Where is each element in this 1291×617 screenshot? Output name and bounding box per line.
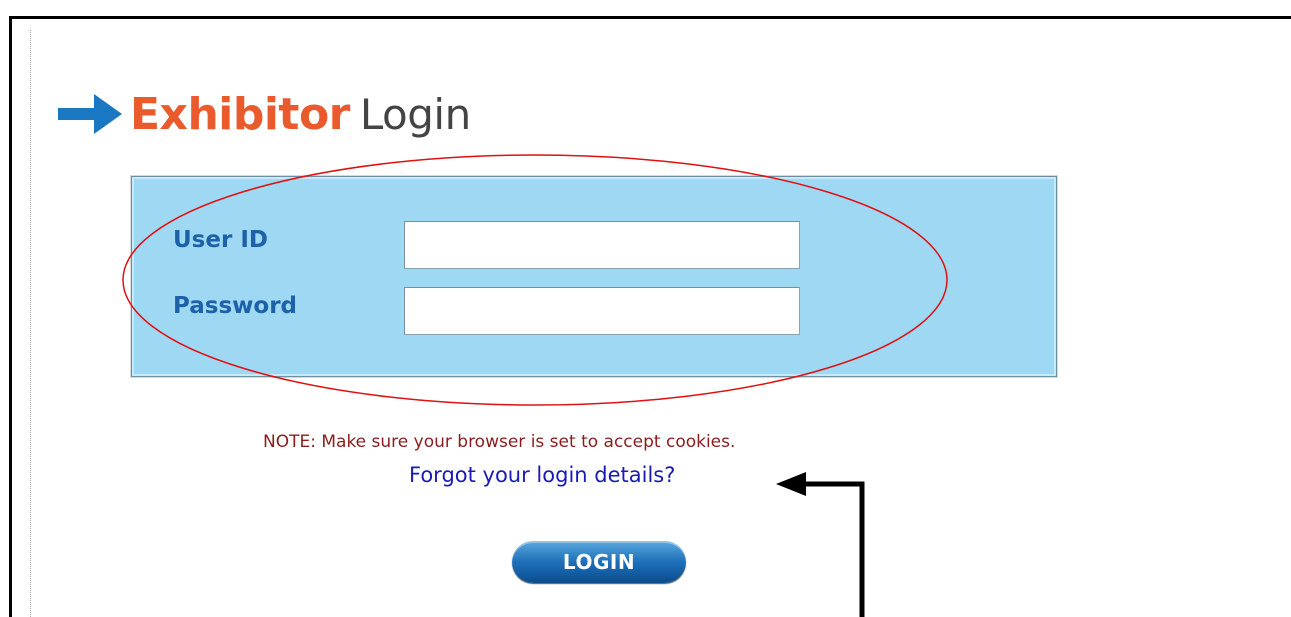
cookie-note: NOTE: Make sure your browser is set to a… — [0, 432, 1291, 452]
arrow-right-icon — [58, 94, 122, 134]
login-button[interactable]: LOGIN — [512, 541, 686, 583]
frame-top-border — [9, 16, 1291, 19]
page-title: Login — [359, 89, 471, 139]
cookie-note-text: NOTE: Make sure your browser is set to a… — [263, 432, 736, 452]
frame-left-border — [9, 16, 12, 617]
password-input[interactable] — [404, 287, 800, 335]
password-label: Password — [173, 293, 297, 319]
page-edge-divider — [30, 30, 31, 617]
annotation-arrow-icon — [776, 472, 865, 617]
user-id-input[interactable] — [404, 221, 800, 269]
login-button-label: LOGIN — [562, 550, 636, 574]
user-id-label: User ID — [173, 227, 268, 253]
page-title-accent: Exhibitor — [130, 88, 350, 140]
forgot-login-link[interactable]: Forgot your login details? — [409, 463, 675, 487]
login-form-panel: User ID Password — [131, 176, 1057, 377]
page-heading: Exhibitor Login — [56, 84, 471, 144]
